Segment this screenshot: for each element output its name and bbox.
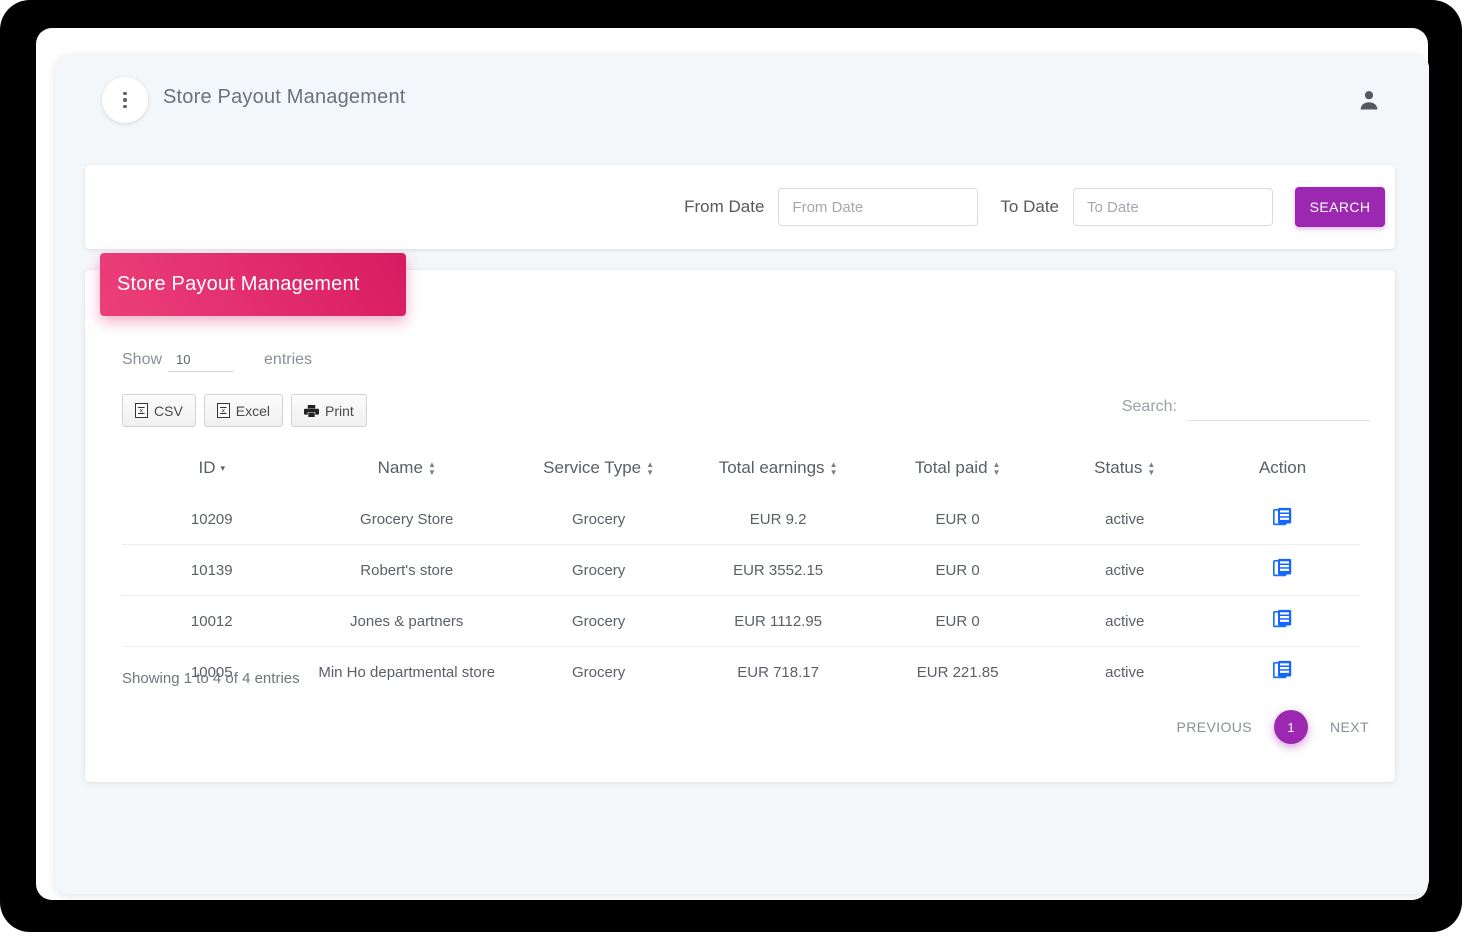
file-csv-icon: x <box>135 403 148 418</box>
column-header-id[interactable]: ID ▾ <box>122 452 302 494</box>
row-cell-service-type: Grocery <box>511 595 686 647</box>
row-cell-total-earnings: EUR 3552.15 <box>685 544 871 596</box>
column-header-service-type-label: Service Type <box>543 458 642 477</box>
length-menu-prefix-label: Show <box>122 351 163 368</box>
row-cell-id: 10139 <box>122 544 302 596</box>
length-select-wrap: 102550100 <box>168 350 235 372</box>
table-header-row: ID ▾ Name ▲ ▼ Service Type ▲ ▼ Total ear… <box>122 452 1360 494</box>
search-button[interactable]: SEARCH <box>1295 187 1385 227</box>
table-search-input[interactable] <box>1187 396 1370 421</box>
table-body: 10209 Grocery Store Grocery EUR 9.2 EUR 0 act… <box>122 494 1360 697</box>
column-header-name-label: Name <box>377 458 423 477</box>
pagination-page-1-button[interactable]: 1 <box>1274 710 1309 744</box>
panel-banner-title: Store Payout Management <box>117 273 360 295</box>
date-filter-row: From Date To Date SEARCH <box>684 165 1385 249</box>
printer-icon <box>304 404 320 417</box>
from-date-input[interactable] <box>778 188 979 226</box>
sort-both-icon: ▲ ▼ <box>1147 459 1156 477</box>
entries-per-page-select[interactable]: 102550100 <box>168 350 235 372</box>
row-cell-total-earnings: EUR 1112.95 <box>685 595 871 647</box>
export-button-group: x CSV x Excel Print <box>122 394 367 427</box>
panel-banner: Store Payout Management <box>100 253 406 316</box>
column-header-total-paid[interactable]: Total paid ▲ ▼ <box>871 452 1044 494</box>
column-header-action-label: Action <box>1258 458 1307 477</box>
sort-both-icon: ▲ ▼ <box>829 459 838 477</box>
row-cell-status: active <box>1044 595 1206 647</box>
file-excel-icon: x <box>216 403 230 418</box>
table-row: 10139 Robert's store Grocery EUR 3552.15 EUR… <box>122 544 1360 596</box>
row-cell-service-type: Grocery <box>571 510 626 528</box>
column-header-id-label: ID <box>198 458 216 477</box>
export-csv-button[interactable]: x CSV <box>122 394 196 427</box>
length-menu: Show 102550100 entries <box>122 350 312 372</box>
sort-both-icon: ▲ ▼ <box>427 459 436 477</box>
export-print-label: Print <box>325 402 354 419</box>
vertical-dots-icon[interactable] <box>102 77 148 123</box>
row-cell-total-earnings: EUR 718.17 <box>685 646 871 697</box>
row-cell-name: Jones & partners <box>301 595 512 647</box>
to-date-label: To Date <box>1000 197 1059 216</box>
app-shell: Store Payout Management From Date To Dat… <box>55 54 1429 894</box>
sort-both-icon: ▲ ▼ <box>992 459 1001 477</box>
column-header-service-type[interactable]: Service Type ▲ ▼ <box>512 452 685 494</box>
svg-text:x: x <box>221 408 225 415</box>
column-header-total-earnings[interactable]: Total earnings ▲ ▼ <box>685 452 871 494</box>
pagination: PREVIOUS 1 NEXT <box>1176 710 1369 744</box>
row-cell-service-type: Grocery <box>511 646 686 697</box>
table-row: 10209 Grocery Store Grocery EUR 9.2 EUR 0 act… <box>122 494 1360 545</box>
row-cell-name: Grocery Store <box>360 510 454 528</box>
row-cell-name: Min Ho departmental store <box>301 646 512 697</box>
row-cell-action[interactable] <box>1205 494 1360 545</box>
payout-table-card: Show 102550100 entries x CSV x <box>85 270 1395 782</box>
pagination-next-button[interactable]: NEXT <box>1330 719 1369 735</box>
table-header: ID ▾ Name ▲ ▼ Service Type ▲ ▼ Total ear… <box>122 452 1360 494</box>
row-cell-action[interactable] <box>1205 595 1360 647</box>
row-cell-status: active <box>1044 544 1206 596</box>
column-header-name[interactable]: Name ▲ ▼ <box>302 452 512 494</box>
export-csv-label: CSV <box>154 402 183 419</box>
document-list-icon[interactable] <box>1273 507 1292 527</box>
length-menu-suffix-label: entries <box>264 351 313 368</box>
document-list-icon[interactable] <box>1273 558 1292 578</box>
date-filter-card: From Date To Date SEARCH <box>85 165 1395 249</box>
table-search-label: Search: <box>1121 398 1177 415</box>
pagination-previous-button[interactable]: PREVIOUS <box>1176 719 1252 735</box>
row-cell-action[interactable] <box>1205 646 1360 697</box>
export-excel-label: Excel <box>235 402 271 419</box>
column-header-status[interactable]: Status ▲ ▼ <box>1044 452 1205 494</box>
payout-table: ID ▾ Name ▲ ▼ Service Type ▲ ▼ Total ear… <box>122 452 1360 697</box>
page-title: Store Payout Management <box>163 86 406 108</box>
export-print-button[interactable]: Print <box>291 394 367 427</box>
to-date-input[interactable] <box>1073 188 1273 226</box>
document-list-icon[interactable] <box>1273 660 1292 680</box>
row-cell-total-paid: EUR 0 <box>935 510 980 528</box>
column-header-status-label: Status <box>1094 458 1143 477</box>
column-header-action: Action <box>1205 452 1360 494</box>
export-excel-button[interactable]: x Excel <box>203 394 284 427</box>
row-cell-name: Robert's store <box>301 544 512 596</box>
column-header-total-paid-label: Total paid <box>914 458 988 477</box>
row-cell-total-earnings: EUR 9.2 <box>749 510 807 528</box>
row-cell-service-type: Grocery <box>511 544 686 596</box>
row-cell-status: active <box>1105 510 1145 528</box>
table-info: Showing 1 to 4 of 4 entries <box>122 670 300 687</box>
from-date-label: From Date <box>684 197 765 216</box>
row-cell-id: 10012 <box>122 595 302 647</box>
row-cell-total-paid: EUR 221.85 <box>870 646 1045 697</box>
row-cell-total-paid: EUR 0 <box>870 595 1045 647</box>
sort-descending-icon: ▾ <box>220 462 226 473</box>
column-header-total-earnings-label: Total earnings <box>718 458 825 477</box>
row-cell-status: active <box>1044 646 1206 697</box>
app-header: Store Payout Management <box>55 54 1429 150</box>
user-account-icon[interactable] <box>1357 87 1381 113</box>
table-row: 10005 Min Ho departmental store Grocery EUR… <box>122 646 1360 697</box>
table-row: 10012 Jones & partners Grocery EUR 1112.95 E… <box>122 595 1360 647</box>
sort-both-icon: ▲ ▼ <box>646 459 655 477</box>
table-search-group: Search: <box>1122 396 1370 421</box>
svg-text:x: x <box>139 408 143 415</box>
row-cell-action[interactable] <box>1205 544 1360 596</box>
document-list-icon[interactable] <box>1273 609 1292 629</box>
row-cell-total-paid: EUR 0 <box>870 544 1045 596</box>
row-cell-id: 10209 <box>190 510 233 528</box>
